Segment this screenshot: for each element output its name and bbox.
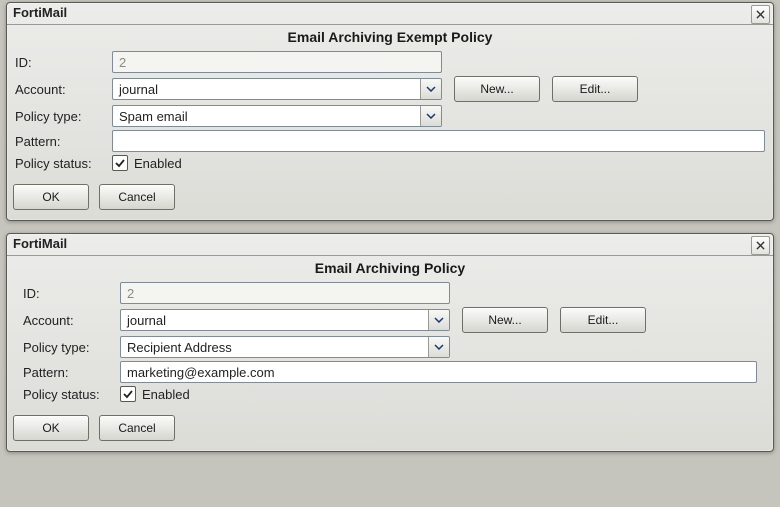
cancel-button[interactable]: Cancel: [99, 415, 175, 441]
account-label: Account:: [23, 313, 120, 328]
pattern-input[interactable]: marketing@example.com: [120, 361, 757, 383]
titlebar: FortiMail: [7, 234, 773, 256]
close-icon: [756, 238, 765, 253]
policy-type-label: Policy type:: [23, 340, 120, 355]
titlebar: FortiMail: [7, 3, 773, 25]
dialog-archiving-policy: FortiMail Email Archiving Policy ID: 2 A…: [6, 233, 774, 452]
close-button[interactable]: [751, 5, 770, 24]
close-icon: [756, 7, 765, 22]
policy-type-select[interactable]: Recipient Address: [120, 336, 450, 358]
window-title: FortiMail: [13, 5, 67, 20]
account-label: Account:: [15, 82, 112, 97]
ok-button[interactable]: OK: [13, 184, 89, 210]
policy-status-label: Policy status:: [15, 156, 112, 171]
pattern-input[interactable]: [112, 130, 765, 152]
edit-button[interactable]: Edit...: [552, 76, 638, 102]
new-button[interactable]: New...: [454, 76, 540, 102]
chevron-down-icon: [420, 106, 441, 126]
id-label: ID:: [15, 55, 112, 70]
account-value: journal: [119, 82, 158, 97]
dialog-actions: OK Cancel: [7, 176, 773, 220]
cancel-button[interactable]: Cancel: [99, 184, 175, 210]
policy-type-label: Policy type:: [15, 109, 112, 124]
form: ID: 2 Account: journal New... Edit... Po…: [7, 51, 773, 176]
close-button[interactable]: [751, 236, 770, 255]
account-select[interactable]: journal: [112, 78, 442, 100]
id-field: 2: [120, 282, 450, 304]
form: ID: 2 Account: journal New... Edit... Po…: [7, 282, 773, 407]
chevron-down-icon: [420, 79, 441, 99]
dialog-heading: Email Archiving Policy: [7, 260, 773, 276]
pattern-label: Pattern:: [23, 365, 120, 380]
id-field: 2: [112, 51, 442, 73]
policy-type-select[interactable]: Spam email: [112, 105, 442, 127]
account-select[interactable]: journal: [120, 309, 450, 331]
enabled-text: Enabled: [142, 387, 190, 402]
check-icon: [115, 156, 125, 171]
account-value: journal: [127, 313, 166, 328]
chevron-down-icon: [428, 337, 449, 357]
enabled-checkbox[interactable]: [112, 155, 128, 171]
dialog-actions: OK Cancel: [7, 407, 773, 451]
check-icon: [123, 387, 133, 402]
chevron-down-icon: [428, 310, 449, 330]
new-button[interactable]: New...: [462, 307, 548, 333]
policy-type-value: Spam email: [119, 109, 188, 124]
window-title: FortiMail: [13, 236, 67, 251]
pattern-label: Pattern:: [15, 134, 112, 149]
ok-button[interactable]: OK: [13, 415, 89, 441]
dialog-heading: Email Archiving Exempt Policy: [7, 29, 773, 45]
id-label: ID:: [23, 286, 120, 301]
policy-status-label: Policy status:: [23, 387, 120, 402]
dialog-exempt-policy: FortiMail Email Archiving Exempt Policy …: [6, 2, 774, 221]
enabled-checkbox[interactable]: [120, 386, 136, 402]
enabled-text: Enabled: [134, 156, 182, 171]
policy-type-value: Recipient Address: [127, 340, 232, 355]
edit-button[interactable]: Edit...: [560, 307, 646, 333]
